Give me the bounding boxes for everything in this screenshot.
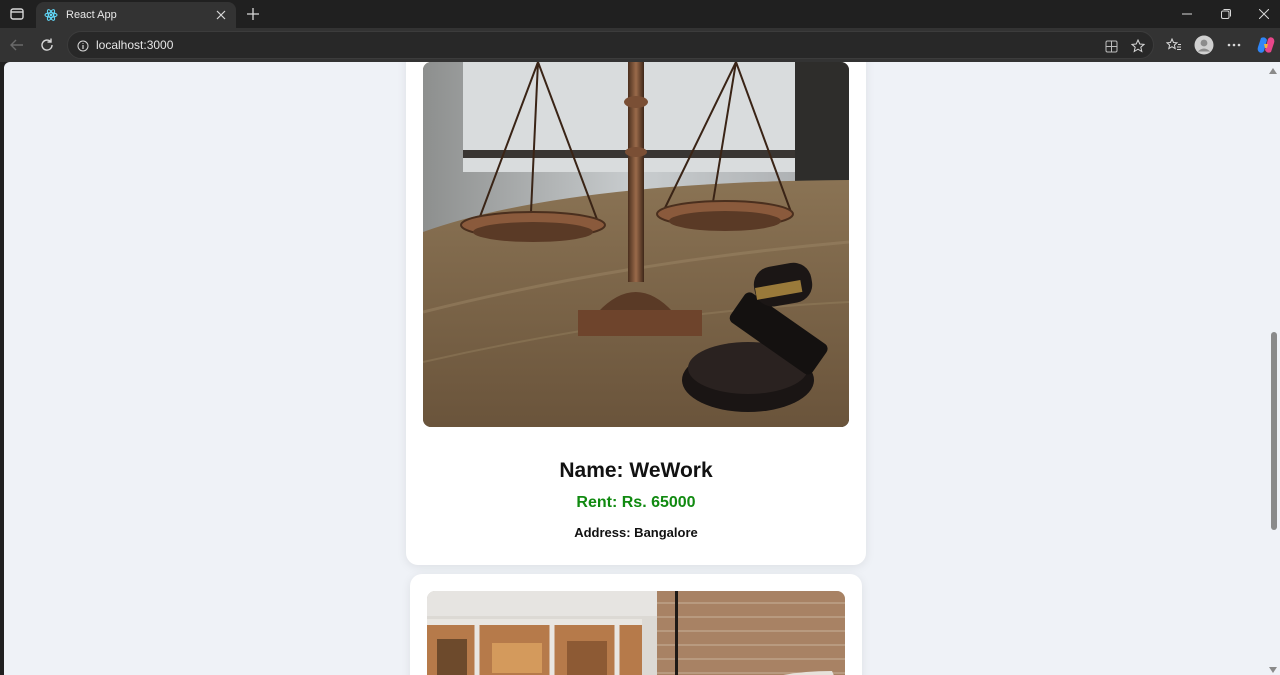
scroll-thumb[interactable] (1271, 332, 1277, 530)
reload-icon (41, 38, 53, 51)
tab-close-button[interactable] (210, 4, 232, 26)
minimize-button[interactable] (1168, 0, 1206, 28)
favorites-button[interactable] (1164, 35, 1184, 55)
office-interior-image (427, 591, 845, 675)
more-button[interactable] (1224, 35, 1244, 55)
tab-title: React App (66, 9, 117, 21)
site-info-button[interactable] (74, 37, 92, 55)
vertical-scrollbar[interactable] (1268, 62, 1280, 675)
new-tab-button[interactable] (242, 3, 264, 25)
listing-rent: Rent: Rs. 65000 (576, 494, 696, 511)
listing-photo (423, 62, 849, 427)
copilot-icon (1257, 37, 1275, 53)
close-icon (216, 10, 226, 20)
tab-react-app[interactable]: React App (36, 2, 236, 28)
more-icon (1227, 43, 1241, 47)
tab-actions-button[interactable] (6, 4, 28, 24)
tab-strip: React App (0, 0, 1280, 28)
reload-button[interactable] (35, 33, 59, 57)
profile-button[interactable] (1194, 35, 1214, 55)
scales-gavel-image (423, 62, 849, 427)
profile-icon (1194, 35, 1214, 55)
listing-photo (427, 591, 845, 675)
react-logo-icon (44, 9, 58, 21)
minimize-icon (1182, 13, 1192, 15)
info-icon (77, 40, 89, 52)
scroll-up-arrow[interactable] (1269, 68, 1277, 74)
listing-address: Address: Bangalore (574, 525, 698, 540)
back-icon (10, 39, 23, 51)
back-button[interactable] (5, 33, 29, 57)
close-window-button[interactable] (1245, 0, 1280, 28)
listing-card (410, 574, 862, 675)
app-available-button[interactable] (1102, 37, 1120, 55)
close-icon (1259, 9, 1269, 19)
favorites-icon (1166, 38, 1181, 50)
url-text: localhost:3000 (96, 38, 174, 52)
scroll-down-arrow[interactable] (1269, 667, 1277, 673)
page-viewport: Name: WeWork Rent: Rs. 65000 Address: Ba… (4, 62, 1280, 675)
sidebar-toggle-icon (10, 8, 24, 20)
star-icon (1131, 39, 1145, 53)
listing-card: Name: WeWork Rent: Rs. 65000 Address: Ba… (406, 62, 866, 565)
app-available-icon (1105, 40, 1117, 52)
browser-toolbar: localhost:3000 (0, 28, 1280, 62)
listing-name: Name: WeWork (559, 459, 713, 482)
plus-icon (247, 8, 259, 20)
copilot-button[interactable] (1256, 35, 1276, 55)
restore-icon (1221, 9, 1231, 19)
restore-button[interactable] (1207, 0, 1245, 28)
favorite-button[interactable] (1129, 37, 1147, 55)
address-bar[interactable]: localhost:3000 (67, 31, 1154, 59)
